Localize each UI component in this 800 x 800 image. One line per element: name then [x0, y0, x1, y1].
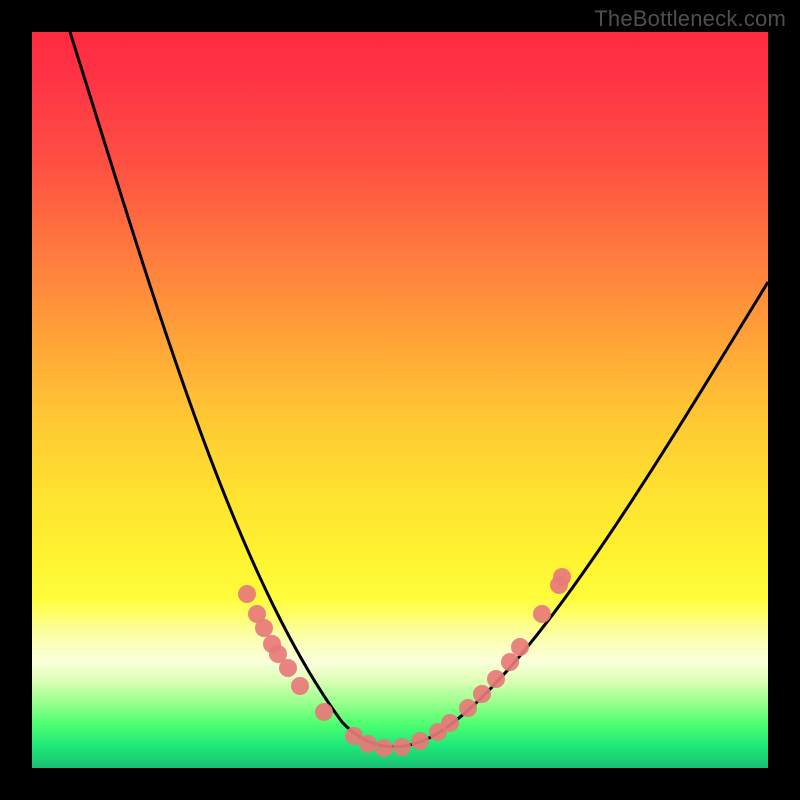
scatter-dot: [255, 619, 273, 637]
scatter-dot: [238, 585, 256, 603]
scatter-dot: [473, 685, 491, 703]
scatter-dot: [291, 677, 309, 695]
scatter-dot: [553, 568, 571, 586]
scatter-dot: [487, 670, 505, 688]
scatter-dot: [501, 653, 519, 671]
scatter-dot: [459, 699, 477, 717]
scatter-dot: [359, 735, 377, 753]
scatter-dot: [441, 714, 459, 732]
scatter-points: [238, 568, 571, 757]
scatter-dot: [393, 738, 411, 756]
scatter-dot: [411, 732, 429, 750]
watermark-text: TheBottleneck.com: [594, 6, 786, 32]
scatter-dot: [315, 703, 333, 721]
scatter-dot: [279, 659, 297, 677]
plot-area: [32, 32, 768, 768]
scatter-dot: [375, 739, 393, 757]
bottleneck-curve: [70, 32, 768, 747]
scatter-dot: [511, 638, 529, 656]
chart-frame: TheBottleneck.com: [0, 0, 800, 800]
scatter-dot: [533, 605, 551, 623]
chart-svg: [32, 32, 768, 768]
